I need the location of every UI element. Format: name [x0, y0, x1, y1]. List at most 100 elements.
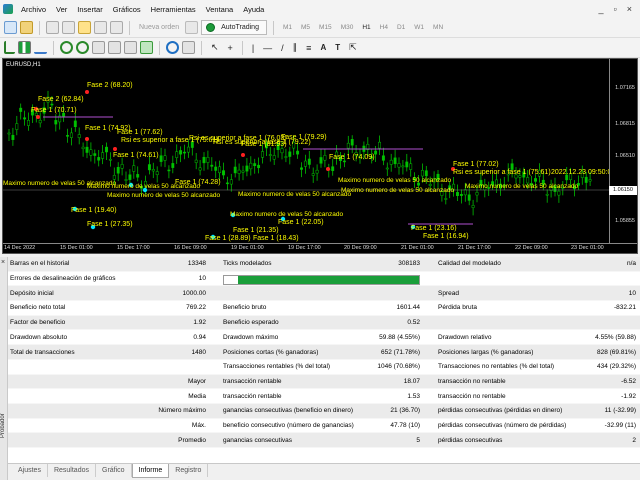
vertical-line-icon[interactable]: | — [249, 43, 257, 53]
report-row: Promedio ganancias consecutivas 5 pérdidas … — [8, 433, 640, 449]
text-tool-button[interactable]: A — [317, 43, 329, 52]
annotation-max-velas: Maximo numero de velas 50 alcanzado — [341, 187, 455, 194]
candle-body — [311, 173, 315, 176]
menu-ver[interactable]: Ver — [51, 5, 72, 14]
trendline-icon[interactable]: / — [278, 43, 287, 53]
app-logo-icon — [3, 4, 13, 14]
crosshair-icon[interactable]: + — [225, 43, 236, 53]
annotation-max-velas: Maximo numero de velas 50 alcanzado — [338, 177, 452, 184]
zoom-in-icon[interactable] — [60, 41, 73, 54]
candlestick-icon[interactable] — [18, 41, 31, 54]
candle-body — [405, 161, 409, 168]
timeframe-h1[interactable]: H1 — [359, 24, 373, 31]
timeframe-h4[interactable]: H4 — [377, 24, 391, 31]
indicators-icon[interactable] — [140, 41, 153, 54]
menu-ventana[interactable]: Ventana — [201, 5, 239, 14]
terminal-icon[interactable] — [94, 21, 107, 34]
autoscroll-icon[interactable] — [124, 41, 137, 54]
restore-button[interactable]: ▫ — [614, 4, 617, 14]
candle-body — [378, 141, 381, 149]
close-panel-button[interactable]: × — [1, 259, 5, 266]
report-row: Total de transacciones 1480 Posiciones cor… — [8, 345, 640, 360]
report-cell: -1.92 — [621, 392, 636, 400]
timeframe-m30[interactable]: M30 — [338, 24, 357, 31]
report-cell: 1.53 — [407, 392, 420, 400]
cursor-icon[interactable]: ↖ — [208, 42, 222, 53]
timeframe-m5[interactable]: M5 — [298, 24, 313, 31]
navigator-icon[interactable] — [78, 21, 91, 34]
menu-insertar[interactable]: Insertar — [72, 5, 107, 14]
candle-body — [116, 166, 120, 174]
candle-body — [459, 194, 463, 196]
text-label-tool-button[interactable]: T — [332, 43, 343, 52]
annotation: Fase 1 (81.93) — [241, 141, 287, 148]
autotrading-button[interactable]: AutoTrading — [201, 20, 267, 35]
menu-herramientas[interactable]: Herramientas — [146, 5, 201, 14]
line-chart-icon[interactable] — [34, 41, 47, 54]
zoom-out-icon[interactable] — [76, 41, 89, 54]
candle-body — [584, 176, 588, 183]
candle-body — [284, 156, 288, 158]
candle-body — [159, 155, 163, 162]
annotation: Rsi es superior a fase 1 (75.61) — [453, 169, 551, 176]
tab-grafico[interactable]: Gráfico — [96, 464, 132, 477]
timeframe-m15[interactable]: M15 — [316, 24, 335, 31]
candle-body — [456, 192, 459, 196]
menu-ayuda[interactable]: Ayuda — [238, 5, 269, 14]
candle-body — [237, 169, 241, 174]
market-watch-icon[interactable] — [46, 21, 59, 34]
data-window-icon[interactable] — [62, 21, 75, 34]
autotrading-label: AutoTrading — [221, 24, 259, 31]
candle-body — [108, 159, 112, 161]
candle-body — [534, 178, 537, 182]
templates-icon[interactable] — [182, 41, 195, 54]
candle-body — [374, 150, 378, 155]
report-row: Depósito inicial 1000.00 Spread 10 — [8, 286, 640, 302]
annotation: Fase 1 (22.05) — [278, 219, 324, 226]
time-label: 19 Dec 17:00 — [288, 245, 321, 251]
candle-body — [253, 163, 257, 167]
timeframe-w1[interactable]: W1 — [411, 24, 427, 31]
profiles-icon[interactable] — [20, 21, 33, 34]
report-cell: 5 — [416, 436, 420, 444]
candle-body — [424, 170, 428, 177]
candle-body — [545, 193, 549, 196]
candle-body — [206, 157, 210, 163]
tab-informe[interactable]: Informe — [131, 464, 170, 478]
timeframe-m1[interactable]: M1 — [280, 24, 295, 31]
tile-windows-icon[interactable] — [92, 41, 105, 54]
close-button[interactable]: × — [627, 4, 632, 14]
menu-graficos[interactable]: Gráficos — [108, 5, 146, 14]
arrows-icon[interactable]: ⇱ — [346, 42, 360, 53]
price-chart[interactable]: EURUSD,H1 Fase 2 (68.20) Fase 2 (62.84) … — [2, 58, 638, 254]
report-cell: 769.22 — [186, 304, 206, 312]
candle-body — [420, 170, 424, 177]
tester-side-panel — [0, 257, 8, 480]
periods-icon[interactable] — [166, 41, 179, 54]
chart-toolbar: ↖ + | — / ∥ ≡ A T ⇱ — [0, 38, 640, 58]
tab-registro[interactable]: Registro — [169, 464, 209, 477]
report-cell: 0.94 — [193, 333, 206, 341]
time-label: 15 Dec 01:00 — [60, 245, 93, 251]
fibonacci-icon[interactable]: ≡ — [303, 43, 314, 53]
tab-ajustes[interactable]: Ajustes — [12, 464, 48, 477]
candle-body — [155, 171, 159, 175]
menu-archivo[interactable]: Archivo — [16, 5, 51, 14]
timeframe-mn[interactable]: MN — [430, 24, 446, 31]
new-order-button[interactable]: Nueva orden — [136, 24, 182, 31]
time-label: 16 Dec 09:00 — [174, 245, 207, 251]
report-cell: 0.52 — [407, 319, 420, 327]
timeframe-d1[interactable]: D1 — [394, 24, 408, 31]
candle-body — [323, 155, 327, 161]
bar-chart-icon[interactable] — [4, 41, 15, 54]
channel-icon[interactable]: ∥ — [290, 42, 301, 53]
tab-resultados[interactable]: Resultados — [48, 464, 96, 477]
annotation: Fase 1 (74.61) — [113, 152, 159, 159]
horizontal-line-icon[interactable]: — — [260, 43, 275, 53]
report-table: Barras en el historial 13348 Ticks modelad… — [8, 257, 640, 463]
chart-shift-icon[interactable] — [108, 41, 121, 54]
tester-icon[interactable] — [110, 21, 123, 34]
meta-editor-icon[interactable] — [185, 21, 199, 34]
new-chart-icon[interactable] — [4, 21, 17, 34]
minimize-button[interactable]: _ — [599, 4, 604, 14]
